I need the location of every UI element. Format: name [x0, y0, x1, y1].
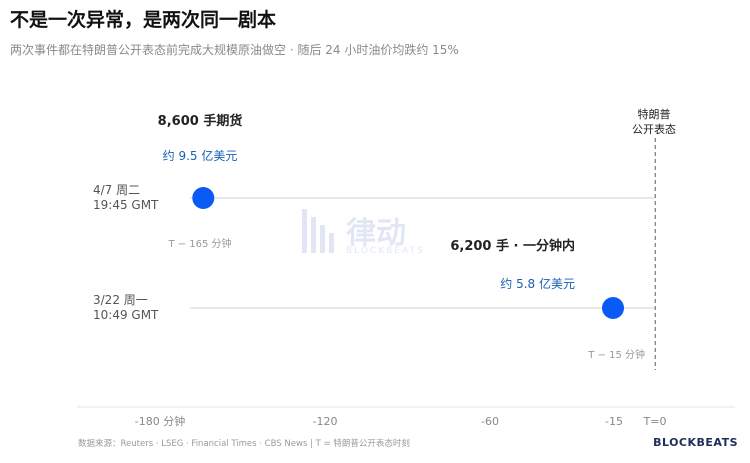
- row-label-event-1-time: 19:45 GMT: [93, 198, 159, 212]
- x-tick-label: -15: [605, 415, 623, 428]
- event-1-value: 约 9.5 亿美元: [163, 148, 238, 163]
- brand-logo: BLOCKBEATS: [653, 436, 738, 449]
- x-tick-label: -180 分钟: [135, 414, 185, 428]
- row-label-event-1-date: 4/7 周二: [93, 183, 140, 197]
- x-tick-label: -60: [481, 415, 499, 428]
- reference-label-line1: 特朗普: [638, 107, 671, 121]
- event-2-headline: 6,200 手 · 一分钟内: [450, 238, 575, 254]
- event-2-dot: [602, 297, 624, 319]
- timeline-chart: 特朗普 公开表态 4/7 周二 19:45 GMT 3/22 周一 10:49 …: [77, 107, 735, 428]
- row-label-event-2-date: 3/22 周一: [93, 293, 148, 307]
- event-1-dot: [192, 187, 215, 209]
- event-1-offset-label: T − 165 分钟: [167, 237, 231, 250]
- event-2-offset-label: T − 15 分钟: [587, 348, 645, 361]
- event-1-headline: 8,600 手期货: [158, 113, 243, 129]
- x-tick-label: T=0: [643, 415, 667, 428]
- source-footer: 数据来源：Reuters · LSEG · Financial Times · …: [78, 439, 410, 449]
- reference-label-line2: 公开表态: [632, 122, 676, 136]
- row-label-event-2-time: 10:49 GMT: [93, 308, 159, 322]
- x-tick-label: -120: [313, 415, 338, 428]
- event-2-value: 约 5.8 亿美元: [500, 276, 575, 291]
